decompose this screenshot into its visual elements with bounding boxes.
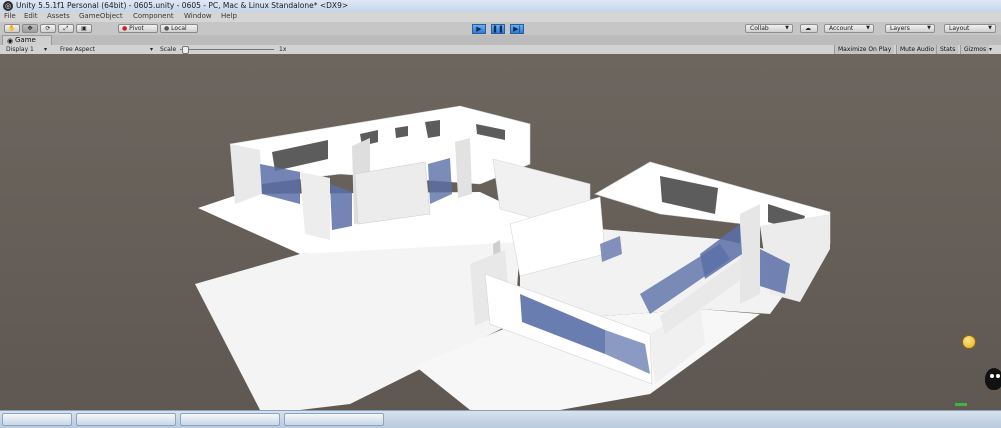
scale-label: Scale	[160, 46, 177, 53]
taskbar-app-4[interactable]	[284, 413, 384, 426]
layers-label: Layers	[890, 25, 910, 32]
step-button[interactable]: ▶|	[510, 24, 524, 34]
scale-tool-button[interactable]: ⤢	[58, 24, 74, 33]
layout-dropdown[interactable]: Layout ▼	[944, 24, 996, 33]
unity-logo-icon: ◎	[3, 1, 13, 11]
menu-component[interactable]: Component	[133, 12, 174, 20]
penguin-eye-right-icon	[996, 374, 1000, 378]
taskbar-app-1[interactable]	[2, 413, 72, 426]
hand-tool-button[interactable]: ✋	[4, 24, 20, 33]
assistant-bubble-icon[interactable]	[962, 335, 976, 349]
penguin-icon[interactable]	[985, 368, 1001, 390]
scene-render	[195, 105, 831, 410]
cloud-icon: ☁	[805, 25, 811, 32]
scale-icon: ⤢	[63, 25, 69, 32]
rotate-tool-button[interactable]: ⟳	[40, 24, 56, 33]
collab-label: Collab	[750, 25, 769, 32]
rect-icon: ▣	[81, 25, 87, 32]
chevron-down-icon: ▼	[866, 25, 870, 31]
status-indicator	[955, 403, 967, 406]
pivot-toggle[interactable]: ● Pivot	[118, 24, 158, 33]
aspect-chevron-icon: ▾	[150, 46, 154, 53]
tab-game-label: Game	[15, 36, 36, 44]
local-label: Local	[171, 25, 187, 32]
chevron-down-icon: ▼	[785, 25, 789, 31]
move-tool-button[interactable]: ✥	[22, 24, 38, 33]
scale-slider-thumb[interactable]	[182, 46, 189, 54]
maximize-on-play-toggle[interactable]: Maximize On Play	[834, 45, 895, 54]
game-viewport[interactable]	[0, 54, 1001, 410]
cloud-button[interactable]: ☁	[800, 24, 818, 33]
main-toolbar: ✋ ✥ ⟳ ⤢ ▣ ● Pivot ● Local ▶ ❚❚ ▶| Collab…	[0, 22, 1001, 36]
menu-edit[interactable]: Edit	[24, 12, 38, 20]
gizmos-dropdown[interactable]: Gizmos	[960, 45, 990, 54]
menu-file[interactable]: File	[4, 12, 16, 20]
pause-button[interactable]: ❚❚	[491, 24, 505, 34]
taskbar-app-3[interactable]	[180, 413, 280, 426]
pause-icon: ❚❚	[492, 25, 504, 33]
display-chevron-icon: ▾	[44, 46, 48, 53]
tab-bar: ◉ Game	[0, 35, 1001, 45]
move-icon: ✥	[27, 25, 33, 32]
gizmos-chevron-icon: ▾	[989, 46, 993, 53]
layers-dropdown[interactable]: Layers ▼	[885, 24, 935, 33]
collab-dropdown[interactable]: Collab ▼	[745, 24, 793, 33]
account-label: Account	[829, 25, 854, 32]
stats-toggle[interactable]: Stats	[936, 45, 959, 54]
menu-window[interactable]: Window	[184, 12, 212, 20]
account-dropdown[interactable]: Account ▼	[824, 24, 874, 33]
chevron-down-icon: ▼	[988, 25, 992, 31]
mute-audio-toggle[interactable]: Mute Audio	[896, 45, 937, 54]
local-toggle[interactable]: ● Local	[160, 24, 198, 33]
os-taskbar	[0, 410, 1001, 428]
scale-value: 1x	[279, 46, 287, 53]
pivot-label: Pivot	[129, 25, 144, 32]
play-button[interactable]: ▶	[472, 24, 486, 34]
pivot-icon: ●	[122, 25, 128, 32]
play-icon: ▶	[476, 25, 482, 33]
display-dropdown[interactable]: Display 1	[6, 45, 34, 54]
step-icon: ▶|	[513, 25, 521, 33]
tab-game[interactable]: ◉ Game	[2, 35, 52, 45]
rotate-icon: ⟳	[45, 25, 51, 32]
chevron-down-icon: ▼	[927, 25, 931, 31]
menu-assets[interactable]: Assets	[47, 12, 70, 20]
local-icon: ●	[164, 25, 170, 32]
hand-icon: ✋	[8, 25, 16, 32]
rect-tool-button[interactable]: ▣	[76, 24, 92, 33]
aspect-dropdown[interactable]: Free Aspect	[60, 45, 95, 54]
scale-slider-track[interactable]	[180, 49, 274, 50]
taskbar-app-2[interactable]	[76, 413, 176, 426]
menu-help[interactable]: Help	[221, 12, 237, 20]
window-title: Unity 5.5.1f1 Personal (64bit) - 0605.un…	[16, 1, 349, 10]
menu-bar: File Edit Assets GameObject Component Wi…	[0, 12, 1001, 22]
layout-label: Layout	[949, 25, 970, 32]
penguin-eye-left-icon	[990, 374, 994, 378]
menu-gameobject[interactable]: GameObject	[79, 12, 123, 20]
